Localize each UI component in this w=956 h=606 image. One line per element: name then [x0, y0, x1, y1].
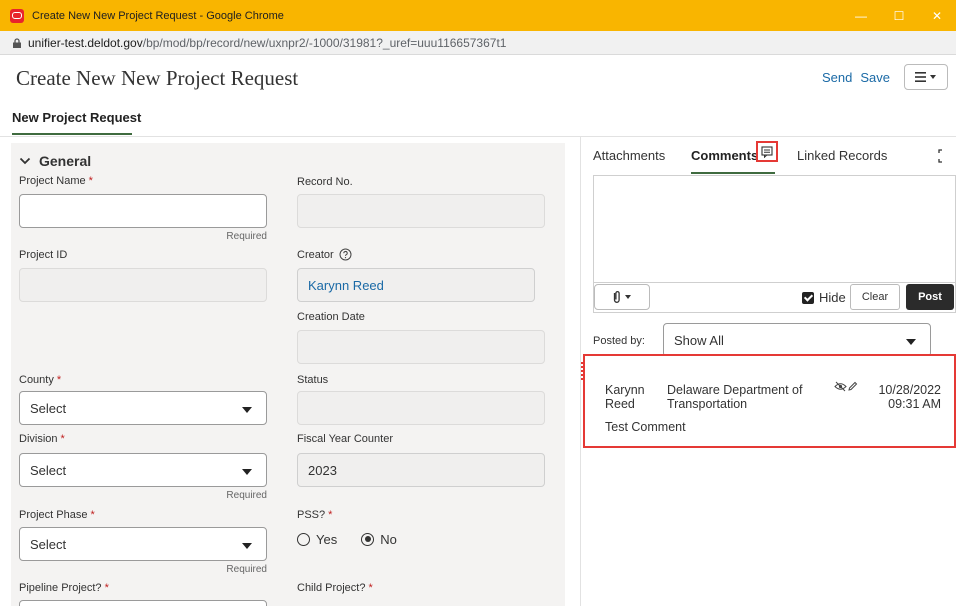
- division-label: Division *: [19, 433, 65, 445]
- menu-button[interactable]: [904, 64, 948, 90]
- project-phase-select[interactable]: Select: [19, 527, 267, 561]
- comment-organization: Delaware Department of Transportation: [667, 383, 803, 411]
- county-label: County *: [19, 374, 62, 386]
- dropdown-caret-icon: [242, 543, 252, 549]
- comment-author: Karynn Reed: [605, 383, 645, 411]
- division-select[interactable]: Select: [19, 453, 267, 487]
- pss-radio-group: Yes No: [297, 532, 397, 547]
- comment-toolbar: Hide Clear Post: [593, 283, 956, 313]
- comment-date: 10/28/2022: [878, 383, 941, 397]
- window-title: Create New New Project Request - Google …: [32, 9, 284, 22]
- comment-text: Test Comment: [605, 420, 686, 434]
- record-no-label: Record No.: [297, 176, 353, 188]
- app-icon: [10, 8, 24, 23]
- pss-yes-label: Yes: [316, 532, 338, 547]
- dropdown-caret-icon: [242, 407, 252, 413]
- project-name-hint: Required: [226, 231, 267, 242]
- clear-button[interactable]: Clear: [850, 284, 900, 310]
- status-field: [297, 391, 545, 425]
- comment-timestamp: 10/28/2022 09:31 AM: [849, 383, 941, 411]
- window-controls: — ☐ ✕: [842, 0, 956, 31]
- section-title: General: [39, 153, 92, 169]
- minimize-icon[interactable]: —: [842, 0, 880, 31]
- hide-checkbox[interactable]: Hide: [802, 290, 846, 305]
- project-id-label: Project ID: [19, 249, 68, 261]
- send-button[interactable]: Send: [822, 70, 852, 85]
- expand-icon[interactable]: [938, 149, 946, 163]
- save-button[interactable]: Save: [860, 70, 890, 85]
- comment-icon-highlight[interactable]: [756, 141, 778, 162]
- fiscal-year-counter-label: Fiscal Year Counter: [297, 433, 393, 445]
- fiscal-year-counter-field: 2023: [297, 453, 545, 487]
- pss-no-radio[interactable]: [361, 533, 375, 546]
- county-select[interactable]: Select: [19, 391, 267, 425]
- checkbox-checked-icon: [802, 291, 814, 304]
- maximize-icon[interactable]: ☐: [880, 0, 918, 31]
- tab-new-project-request[interactable]: New Project Request: [12, 110, 141, 125]
- creation-date-field: [297, 330, 545, 364]
- comment-icon: [761, 145, 773, 158]
- posted-by-select[interactable]: Show All: [663, 323, 931, 357]
- side-panel: Attachments Comments Linked Records Hide…: [580, 137, 956, 606]
- comments-tab-indicator: [691, 172, 775, 174]
- section-header-general[interactable]: General: [19, 153, 91, 169]
- project-phase-hint: Required: [226, 564, 267, 575]
- browser-titlebar: Create New New Project Request - Google …: [0, 0, 956, 31]
- pipeline-project-select[interactable]: [19, 600, 267, 606]
- active-tab-indicator: [12, 133, 132, 135]
- help-icon[interactable]: [339, 248, 352, 261]
- url-host: unifier-test.deldot.gov: [28, 35, 143, 50]
- project-phase-label: Project Phase *: [19, 509, 95, 521]
- dropdown-caret-icon: [906, 339, 916, 345]
- tab-attachments[interactable]: Attachments: [593, 148, 665, 163]
- drag-handle[interactable]: [581, 362, 584, 380]
- posted-by-label: Posted by:: [593, 335, 645, 347]
- project-id-field: [19, 268, 267, 302]
- post-button[interactable]: Post: [906, 284, 954, 310]
- hide-label: Hide: [819, 290, 846, 305]
- paperclip-icon: [613, 291, 631, 303]
- header-actions: Send Save: [822, 64, 948, 90]
- project-name-input[interactable]: [19, 194, 267, 228]
- tab-comments[interactable]: Comments: [691, 148, 758, 163]
- page-title: Create New New Project Request: [16, 66, 299, 90]
- close-icon[interactable]: ✕: [918, 0, 956, 31]
- comment-time: 09:31 AM: [888, 397, 941, 411]
- general-form-panel: General Project Name * Required Project I…: [11, 143, 565, 606]
- chevron-down-icon: [19, 157, 31, 165]
- pss-no-label: No: [380, 532, 397, 547]
- creation-date-label: Creation Date: [297, 311, 365, 323]
- project-name-label: Project Name *: [19, 175, 93, 187]
- address-bar[interactable]: unifier-test.deldot.gov/bp/mod/bp/record…: [0, 31, 956, 55]
- lock-icon: [13, 37, 21, 48]
- division-hint: Required: [226, 490, 267, 501]
- record-no-field: [297, 194, 545, 228]
- pss-yes-radio[interactable]: [297, 533, 310, 546]
- pss-label: PSS? *: [297, 509, 333, 521]
- creator-field: Karynn Reed: [297, 268, 535, 302]
- hamburger-menu-icon: [915, 72, 936, 82]
- tab-linked-records[interactable]: Linked Records: [797, 148, 887, 163]
- child-project-label: Child Project? *: [297, 582, 373, 594]
- dropdown-caret-icon: [242, 469, 252, 475]
- attach-button[interactable]: [594, 284, 650, 310]
- creator-label: Creator: [297, 248, 352, 261]
- status-label: Status: [297, 374, 329, 386]
- url-path: /bp/mod/bp/record/new/uxnpr2/-1000/31981…: [142, 35, 507, 50]
- comment-textarea[interactable]: [593, 175, 956, 283]
- comment-card: Karynn Reed Delaware Department of Trans…: [581, 354, 956, 448]
- hide-eye-icon[interactable]: [834, 381, 847, 392]
- pipeline-project-label: Pipeline Project? *: [19, 582, 109, 594]
